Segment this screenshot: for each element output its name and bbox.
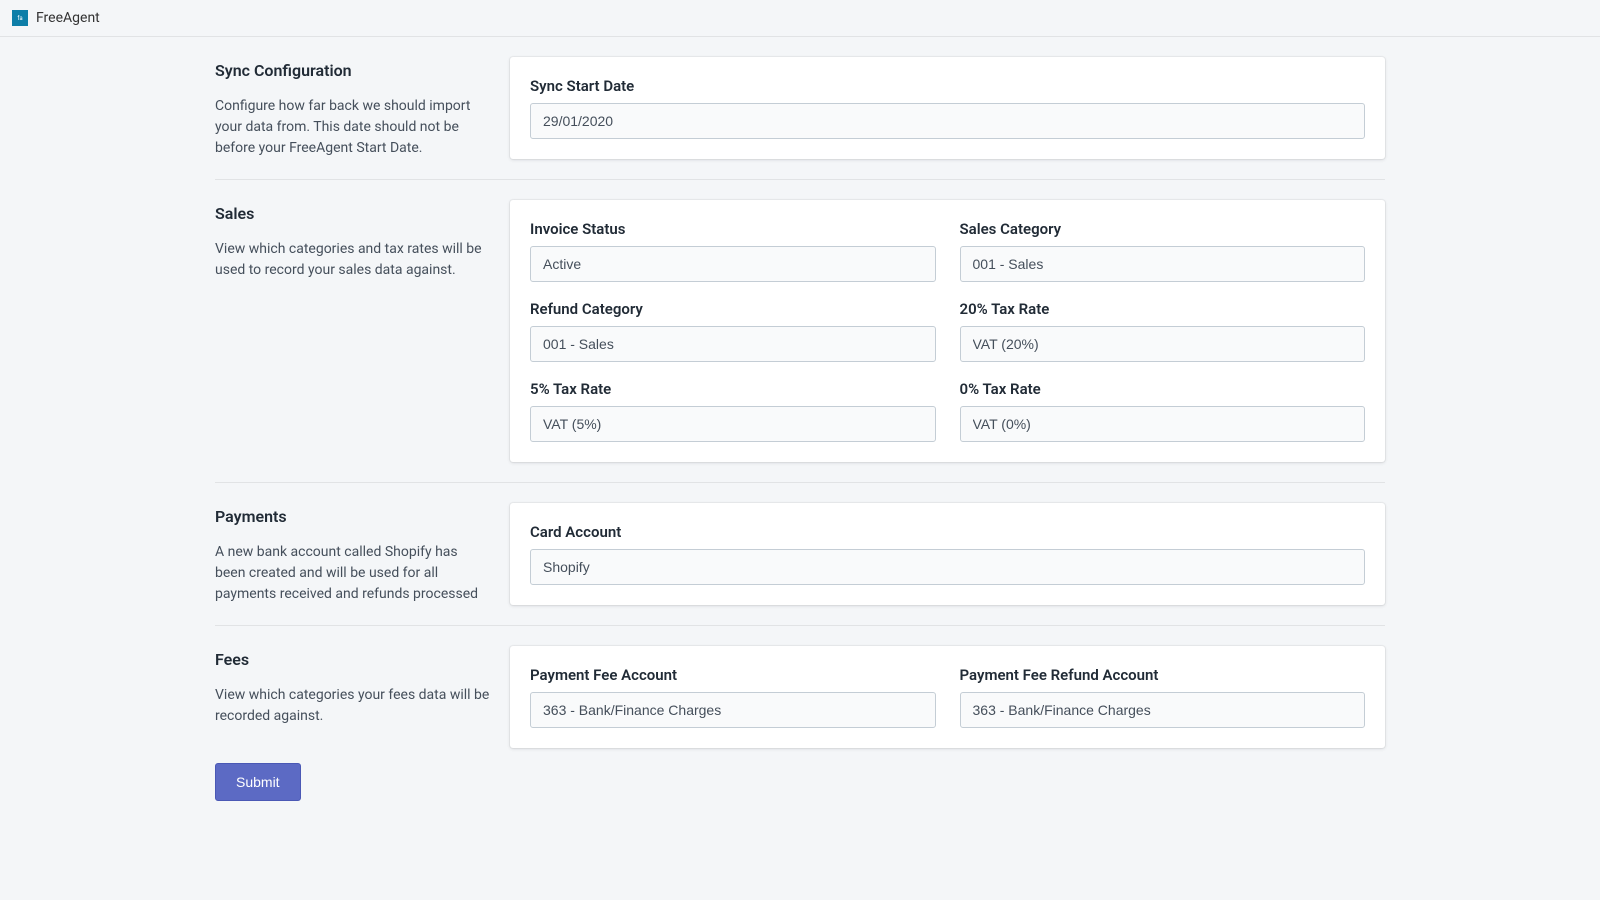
field-label: Payment Fee Refund Account [960,666,1366,684]
field-tax-20: 20% Tax Rate [960,300,1366,362]
field-tax-5: 5% Tax Rate [530,380,936,442]
section-sync-info: Sync Configuration Configure how far bac… [215,57,510,159]
field-refund-category: Refund Category [530,300,936,362]
field-label: 0% Tax Rate [960,380,1366,398]
sync-card: Sync Start Date [510,57,1385,159]
card-account-input[interactable] [530,549,1365,585]
section-description: View which categories and tax rates will… [215,239,490,281]
tax-5-input[interactable] [530,406,936,442]
submit-button[interactable]: Submit [215,763,301,801]
field-label: 5% Tax Rate [530,380,936,398]
fees-card: Payment Fee Account Payment Fee Refund A… [510,646,1385,748]
tax-20-input[interactable] [960,326,1366,362]
section-title: Sync Configuration [215,61,490,80]
field-fee-refund-account: Payment Fee Refund Account [960,666,1366,728]
field-card-account: Card Account [530,523,1365,585]
tax-0-input[interactable] [960,406,1366,442]
section-title: Payments [215,507,490,526]
payments-card: Card Account [510,503,1385,605]
field-fee-account: Payment Fee Account [530,666,936,728]
field-label: Refund Category [530,300,936,318]
sales-category-input[interactable] [960,246,1366,282]
field-invoice-status: Invoice Status [530,220,936,282]
section-fees: Fees View which categories your fees dat… [215,626,1385,821]
section-sync: Sync Configuration Configure how far bac… [215,37,1385,180]
page-content: Sync Configuration Configure how far bac… [215,37,1385,861]
field-sync-start-date: Sync Start Date [530,77,1365,139]
field-label: Payment Fee Account [530,666,936,684]
field-label: Sales Category [960,220,1366,238]
sync-start-date-input[interactable] [530,103,1365,139]
fee-refund-account-input[interactable] [960,692,1366,728]
section-sales: Sales View which categories and tax rate… [215,180,1385,483]
section-description: Configure how far back we should import … [215,96,490,159]
fee-account-input[interactable] [530,692,936,728]
freeagent-logo-icon: fa [12,10,28,26]
field-tax-0: 0% Tax Rate [960,380,1366,442]
section-fees-info: Fees View which categories your fees dat… [215,646,510,801]
section-sales-info: Sales View which categories and tax rate… [215,200,510,462]
section-description: A new bank account called Shopify has be… [215,542,490,605]
field-label: 20% Tax Rate [960,300,1366,318]
section-title: Fees [215,650,490,669]
section-description: View which categories your fees data wil… [215,685,490,727]
field-label: Invoice Status [530,220,936,238]
field-label: Card Account [530,523,1365,541]
topbar: fa FreeAgent [0,0,1600,37]
section-payments-info: Payments A new bank account called Shopi… [215,503,510,605]
field-sales-category: Sales Category [960,220,1366,282]
app-name: FreeAgent [36,10,100,26]
section-title: Sales [215,204,490,223]
section-payments: Payments A new bank account called Shopi… [215,483,1385,626]
sales-card: Invoice Status Sales Category Refund Cat… [510,200,1385,462]
refund-category-input[interactable] [530,326,936,362]
field-label: Sync Start Date [530,77,1365,95]
invoice-status-input[interactable] [530,246,936,282]
